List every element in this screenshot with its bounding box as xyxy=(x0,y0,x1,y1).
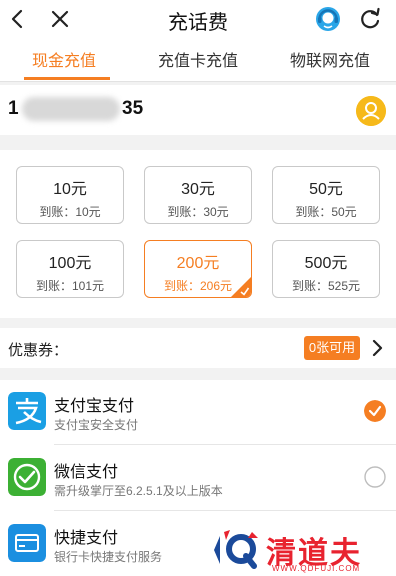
watermark-logo-icon xyxy=(214,530,258,569)
amount-value: 500元 xyxy=(304,255,348,272)
chevron-right-icon xyxy=(372,339,383,357)
amount-option-500[interactable]: 500元 到账：525元 xyxy=(272,240,380,298)
amount-credit: 到账：525元 xyxy=(291,279,361,293)
amount-option-10[interactable]: 10元 到账：10元 xyxy=(16,166,124,224)
amount-value: 200元 xyxy=(176,255,220,272)
payment-name: 支付宝支付 xyxy=(54,398,135,415)
top-bar: 充话费 xyxy=(0,0,396,38)
coupon-label: 优惠券： xyxy=(8,342,69,359)
active-tab-indicator xyxy=(24,77,110,80)
radio-checked-icon[interactable] xyxy=(364,400,386,422)
watermark-url: WWW.QDFUJI.COM xyxy=(272,564,361,573)
amount-option-50[interactable]: 50元 到账：50元 xyxy=(272,166,380,224)
payment-option-alipay[interactable]: 支付宝支付 支付宝安全支付 xyxy=(0,380,396,444)
amount-credit: 到账：10元 xyxy=(39,205,101,219)
phone-number-prefix: 1 xyxy=(8,98,19,119)
payment-description: 支付宝安全支付 xyxy=(54,418,139,432)
watermark: 清道夫 WWW.QDFUJI.COM xyxy=(214,526,392,576)
tab-bar: 现金充值 充值卡充值 物联网充值 xyxy=(0,38,396,82)
amount-option-30[interactable]: 30元 到账：30元 xyxy=(144,166,252,224)
customer-service-icon[interactable] xyxy=(314,5,342,33)
amount-value: 10元 xyxy=(53,181,87,198)
payment-name: 快捷支付 xyxy=(54,530,119,547)
selected-check-icon xyxy=(231,277,251,297)
phone-number-mask xyxy=(22,97,120,121)
bank-card-icon xyxy=(8,524,46,562)
coupon-count-badge: 0张可用 xyxy=(304,336,360,360)
payment-option-wechat[interactable]: 微信支付 需升级掌厅至6.2.5.1及以上版本 xyxy=(0,446,396,510)
payment-description: 需升级掌厅至6.2.5.1及以上版本 xyxy=(54,484,223,498)
amount-credit: 到账：50元 xyxy=(295,205,357,219)
divider xyxy=(54,444,396,445)
amount-credit: 到账：101元 xyxy=(35,279,105,293)
radio-unchecked-icon[interactable] xyxy=(364,466,386,488)
amount-value: 30元 xyxy=(181,181,215,198)
tab-iot-recharge[interactable]: 物联网充值 xyxy=(290,47,370,71)
wechat-pay-logo-icon xyxy=(8,458,46,496)
amount-value: 100元 xyxy=(48,255,92,272)
contacts-icon[interactable] xyxy=(356,96,386,126)
phone-number-field[interactable]: 1 35 xyxy=(0,85,396,135)
tab-card-recharge[interactable]: 充值卡充值 xyxy=(158,47,238,71)
amount-grid: 10元 到账：10元 30元 到账：30元 50元 到账：50元 100元 到账… xyxy=(0,150,396,318)
tab-cash-recharge[interactable]: 现金充值 xyxy=(32,47,96,71)
amount-value: 50元 xyxy=(309,181,343,198)
payment-description: 银行卡快捷支付服务 xyxy=(54,550,163,564)
phone-number-suffix: 35 xyxy=(122,98,144,119)
divider xyxy=(54,510,396,511)
amount-option-100[interactable]: 100元 到账：101元 xyxy=(16,240,124,298)
refresh-icon[interactable] xyxy=(356,5,384,33)
coupon-row[interactable]: 优惠券： 0张可用 xyxy=(0,328,396,368)
alipay-logo-icon xyxy=(8,392,46,430)
amount-option-200[interactable]: 200元 到账：206元 xyxy=(144,240,252,298)
payment-name: 微信支付 xyxy=(54,464,119,481)
amount-credit: 到账：30元 xyxy=(167,205,229,219)
